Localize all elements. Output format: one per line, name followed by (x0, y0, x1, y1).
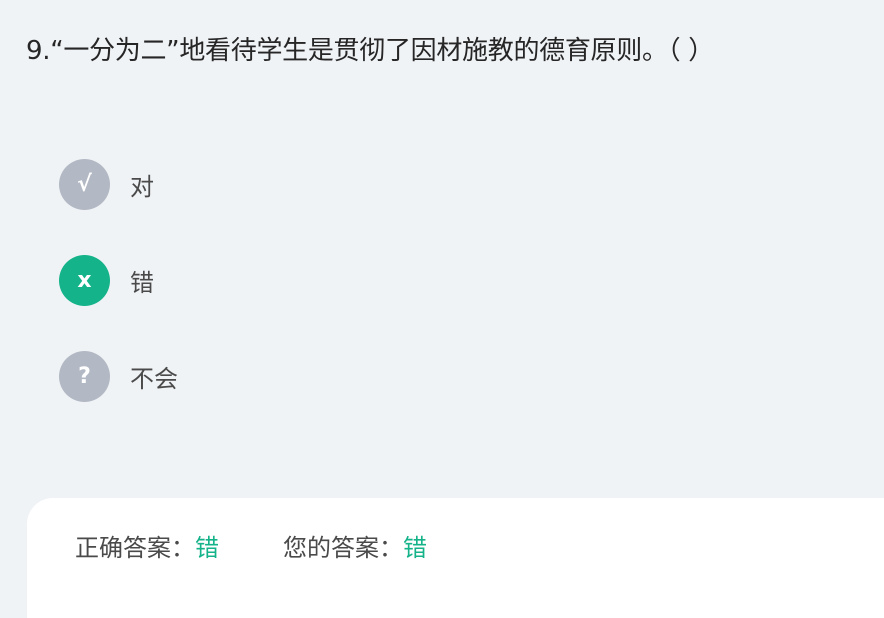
your-answer-value: 错 (403, 534, 427, 562)
option-true[interactable]: √ 对 (59, 159, 178, 210)
option-label: 不会 (130, 365, 178, 393)
question-mark-icon: ? (59, 351, 110, 402)
answer-options: √ 对 x 错 ? 不会 (59, 159, 178, 447)
option-unknown[interactable]: ? 不会 (59, 351, 178, 402)
question-text: 9.“一分为二”地看待学生是贯彻了因材施教的德育原则。（ ） (26, 36, 715, 66)
correct-answer-value: 错 (195, 534, 219, 562)
your-answer-label: 您的答案： (283, 534, 403, 562)
correct-answer: 正确答案：错 (75, 528, 219, 563)
check-icon: √ (59, 159, 110, 210)
your-answer: 您的答案：错 (283, 528, 427, 563)
answer-summary: 正确答案：错 您的答案：错 (75, 528, 427, 563)
option-false[interactable]: x 错 (59, 255, 178, 306)
correct-answer-label: 正确答案： (75, 534, 195, 562)
answer-card: 正确答案：错 您的答案：错 (27, 498, 884, 618)
x-icon: x (59, 255, 110, 306)
option-label: 错 (130, 269, 154, 297)
option-label: 对 (130, 173, 154, 201)
